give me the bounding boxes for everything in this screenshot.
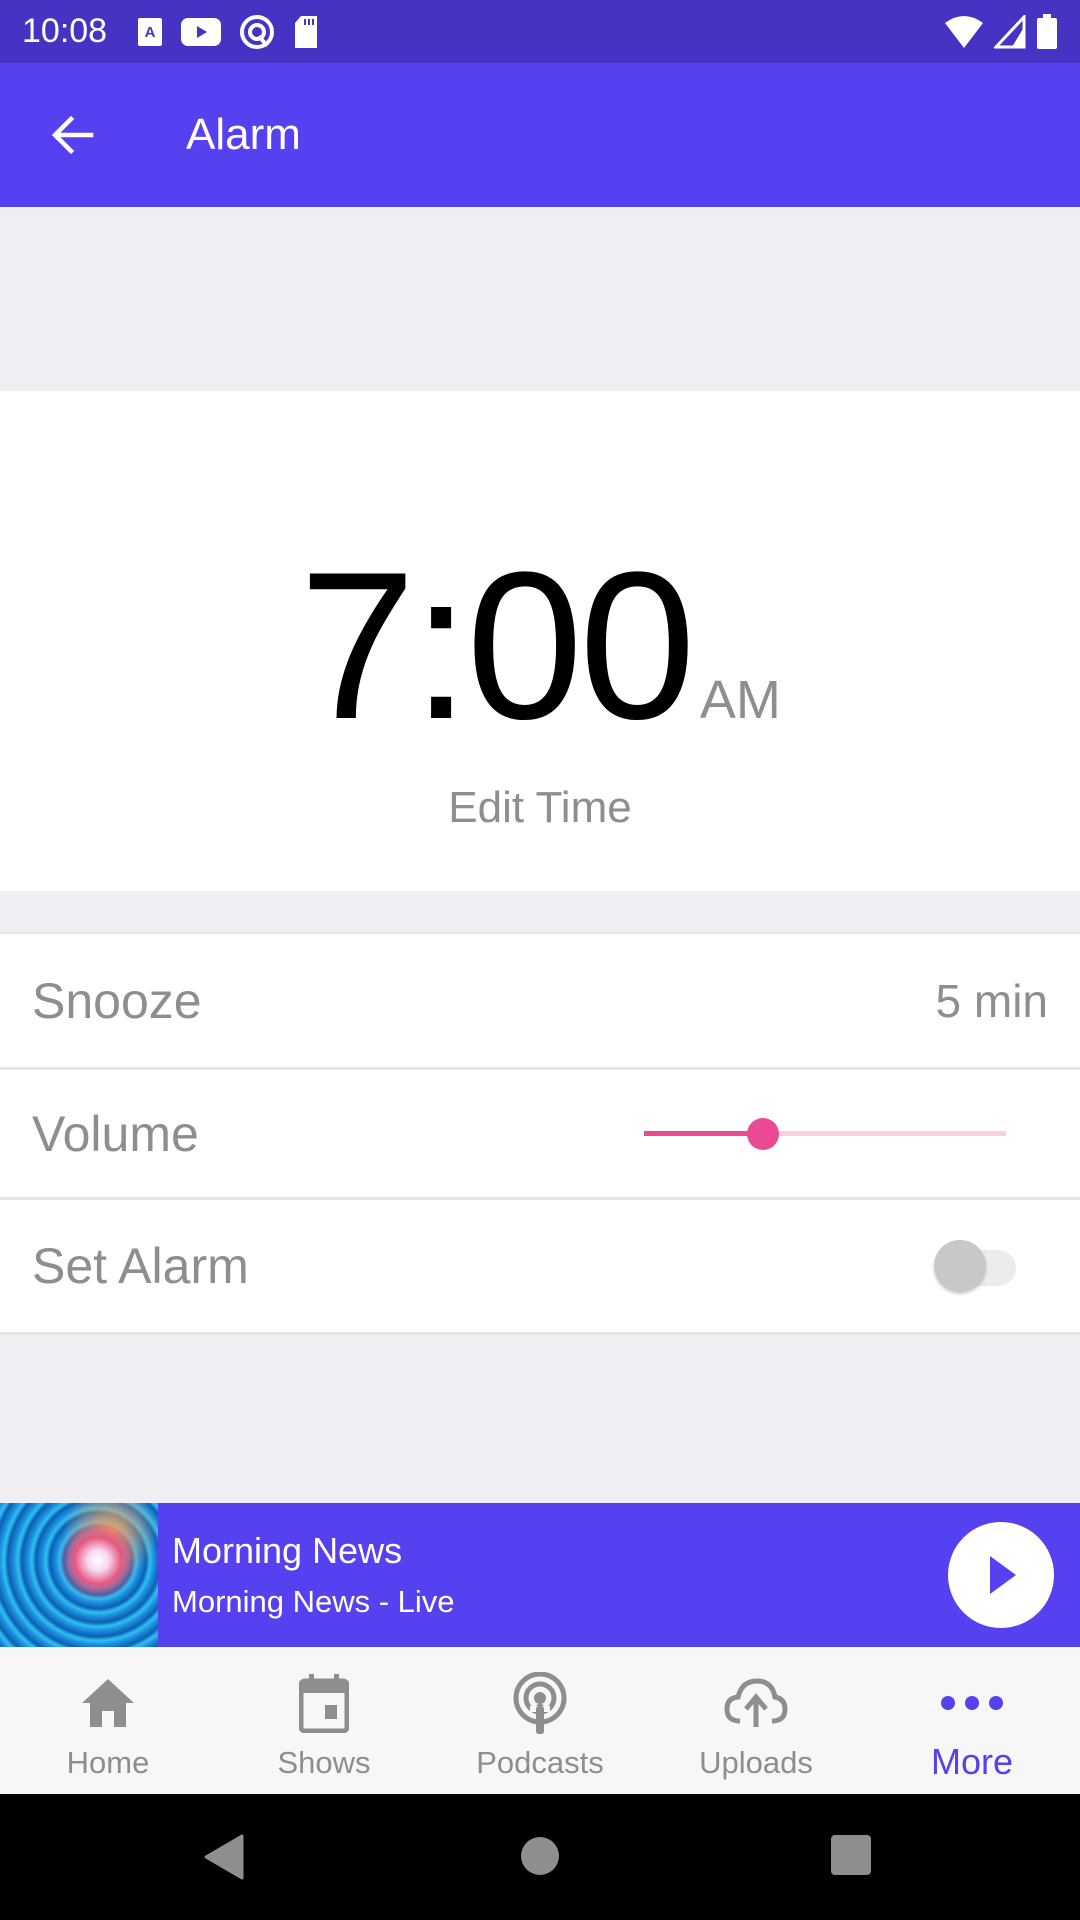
calendar-icon — [299, 1674, 349, 1733]
system-home-button[interactable] — [520, 1836, 560, 1881]
triangle-back-icon — [204, 1834, 244, 1880]
system-back-button[interactable] — [204, 1834, 244, 1885]
volume-slider-thumb[interactable] — [747, 1117, 780, 1150]
nav-uploads-label: Uploads — [699, 1745, 813, 1780]
cell-signal-icon — [994, 14, 1026, 48]
at-sign-icon — [240, 14, 275, 49]
nav-shows-label: Shows — [277, 1745, 371, 1780]
alarm-period: AM — [699, 670, 781, 730]
alarm-time-display[interactable]: 7:00 AM — [0, 541, 1080, 751]
nav-more-label: More — [930, 1741, 1014, 1782]
snooze-value[interactable]: 5 min — [936, 974, 1048, 1028]
nav-podcasts[interactable]: Podcasts — [432, 1647, 648, 1794]
set-alarm-toggle[interactable] — [934, 1238, 1020, 1294]
battery-icon — [1037, 13, 1057, 49]
notification-icons: A — [137, 14, 319, 50]
system-recents-button[interactable] — [830, 1834, 872, 1881]
now-playing-info: Morning News Morning News - Live — [172, 1530, 455, 1620]
wifi-icon — [945, 15, 983, 48]
nav-home[interactable]: Home — [0, 1647, 216, 1794]
status-bar: 10:08 A — [0, 0, 1080, 63]
alarm-time: 7:00 — [299, 528, 696, 763]
back-button[interactable] — [38, 100, 108, 170]
app-bar: Alarm — [0, 63, 1080, 207]
mini-player[interactable]: Morning News Morning News - Live — [0, 1503, 1080, 1647]
set-alarm-row: Set Alarm — [0, 1200, 1080, 1335]
system-status-icons — [944, 13, 1058, 50]
circle-home-icon — [521, 1837, 559, 1875]
bottom-navigation: Home Shows Podcasts Uploads More — [0, 1647, 1080, 1794]
nav-home-label: Home — [66, 1745, 150, 1780]
volume-slider-fill — [644, 1130, 764, 1136]
sd-card-icon — [295, 15, 318, 48]
volume-slider[interactable] — [644, 1117, 1006, 1150]
page-title: Alarm — [186, 110, 301, 159]
home-icon — [82, 1679, 134, 1727]
station-artwork — [0, 1503, 158, 1647]
nav-more[interactable]: More — [864, 1647, 1080, 1794]
play-icon — [990, 1556, 1016, 1594]
status-time: 10:08 — [22, 12, 108, 50]
youtube-icon — [181, 17, 222, 46]
set-alarm-label: Set Alarm — [32, 1238, 249, 1294]
snooze-label: Snooze — [32, 972, 202, 1029]
volume-row: Volume — [0, 1070, 1080, 1200]
nav-shows[interactable]: Shows — [216, 1647, 432, 1794]
alarm-time-card: 7:00 AM Edit Time — [0, 391, 1080, 891]
play-button[interactable] — [948, 1522, 1054, 1628]
system-navigation-bar — [0, 1794, 1080, 1920]
edit-time-button[interactable]: Edit Time — [0, 783, 1080, 833]
cloud-upload-icon — [724, 1678, 788, 1727]
toggle-thumb — [934, 1240, 986, 1292]
nav-uploads[interactable]: Uploads — [648, 1647, 864, 1794]
now-playing-subtitle: Morning News - Live — [172, 1584, 455, 1619]
more-horizontal-icon — [941, 1696, 1003, 1710]
alarm-settings-list: Snooze 5 min Volume Set Alarm — [0, 932, 1080, 1335]
now-playing-title: Morning News — [172, 1530, 403, 1571]
square-recents-icon — [831, 1835, 871, 1875]
nav-podcasts-label: Podcasts — [476, 1745, 604, 1780]
font-download-icon: A — [138, 17, 163, 46]
arrow-left-icon — [51, 115, 94, 155]
svg-text:A: A — [145, 24, 156, 41]
volume-label: Volume — [32, 1105, 199, 1162]
snooze-row[interactable]: Snooze 5 min — [0, 934, 1080, 1070]
podcast-icon — [513, 1672, 567, 1734]
